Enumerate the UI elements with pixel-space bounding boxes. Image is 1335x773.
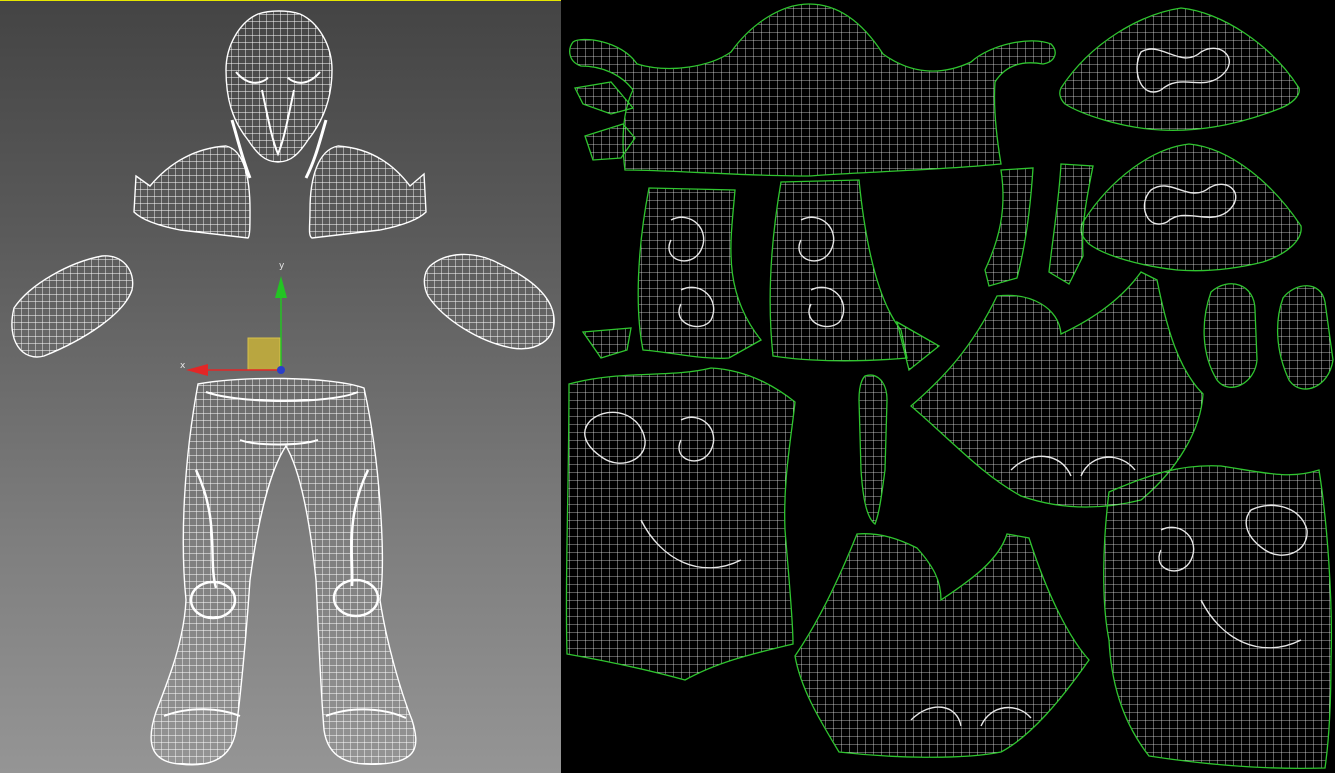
uv-island-pad-a[interactable] <box>1203 283 1258 388</box>
uv-island-leg-right[interactable] <box>1103 465 1333 770</box>
gizmo-x-label: x <box>180 361 186 371</box>
gizmo-z-axis-icon[interactable] <box>277 366 285 374</box>
uv-island-helmet-shell[interactable] <box>569 3 1056 177</box>
app-window: y x <box>0 0 1335 773</box>
uv-island-strip-a[interactable] <box>984 167 1034 287</box>
gizmo-x-arrow-icon[interactable] <box>186 364 208 376</box>
uv-island-small-a[interactable] <box>574 81 635 115</box>
uv-island-bottom-center[interactable] <box>794 533 1090 758</box>
uv-island-cheek-lower[interactable] <box>1080 143 1302 272</box>
uv-editor-canvas[interactable] <box>561 0 1335 773</box>
gizmo-y-arrow-icon[interactable] <box>275 276 287 298</box>
uv-island-pad-b[interactable] <box>1276 285 1334 390</box>
mesh-shoulder-right[interactable] <box>308 145 427 239</box>
uv-island-back-upper[interactable] <box>910 271 1204 508</box>
mesh-legs[interactable] <box>150 377 417 766</box>
gizmo-xy-plane-handle[interactable] <box>247 337 281 371</box>
gizmo-y-label: y <box>279 261 285 271</box>
mesh-bracer-left[interactable] <box>11 255 134 358</box>
uv-island-cheek-upper[interactable] <box>1059 7 1300 131</box>
mesh-shoulder-left[interactable] <box>133 145 251 239</box>
viewport-scene: y x <box>11 10 555 766</box>
mesh-bracer-right[interactable] <box>423 253 555 350</box>
uv-island-panel-b-tab[interactable] <box>895 320 941 372</box>
uv-island-panel-a[interactable] <box>637 187 762 359</box>
3d-viewport[interactable]: y x <box>0 0 561 773</box>
uv-island-panel-b[interactable] <box>769 179 908 362</box>
uv-layout <box>565 3 1334 770</box>
uv-island-narrow-strip[interactable] <box>858 374 888 526</box>
uv-island-panel-a-tab[interactable] <box>581 327 632 359</box>
transform-gizmo[interactable]: y x <box>180 261 287 376</box>
mesh-helmet[interactable] <box>225 10 333 179</box>
